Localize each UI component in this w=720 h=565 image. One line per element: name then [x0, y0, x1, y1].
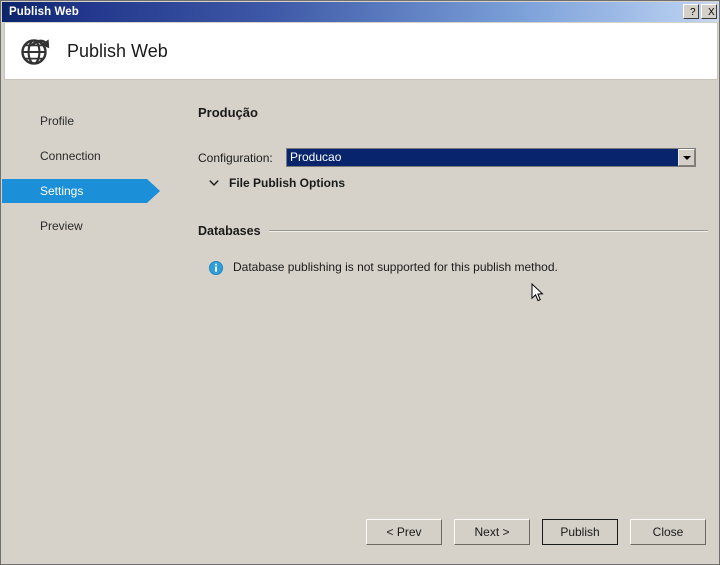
- databases-group-label: Databases: [198, 224, 261, 238]
- settings-panel: Produção Configuration: Producao File Pu…: [198, 105, 708, 275]
- configuration-row: Configuration: Producao: [198, 148, 708, 167]
- sidebar-item-label: Settings: [40, 184, 84, 198]
- dialog-header: Publish Web: [4, 23, 718, 80]
- sidebar-item-label: Preview: [40, 219, 83, 233]
- publish-web-dialog: Publish Web ? X Publish Web Profile Conn…: [0, 0, 720, 565]
- window-title: Publish Web: [9, 6, 79, 18]
- title-bar-buttons: ? X: [683, 4, 717, 19]
- title-bar: Publish Web ? X: [2, 2, 719, 22]
- chevron-down-icon: [208, 177, 220, 189]
- configuration-combobox[interactable]: Producao: [286, 148, 696, 167]
- group-divider: [268, 230, 708, 232]
- sidebar-item-label: Profile: [40, 114, 75, 128]
- dialog-body: Profile Connection Settings Preview Prod…: [2, 81, 719, 564]
- dialog-header-title: Publish Web: [67, 40, 168, 61]
- globe-publish-icon: [19, 33, 55, 69]
- sidebar-item-profile[interactable]: Profile: [2, 109, 180, 133]
- close-button[interactable]: Close: [630, 519, 706, 545]
- dialog-footer: < Prev Next > Publish Close: [366, 519, 706, 545]
- database-info-message: Database publishing is not supported for…: [209, 260, 708, 275]
- prev-button[interactable]: < Prev: [366, 519, 442, 545]
- file-publish-options-expander[interactable]: File Publish Options: [208, 176, 708, 190]
- page-title: Produção: [198, 105, 258, 120]
- configuration-label: Configuration:: [198, 150, 273, 165]
- sidebar-item-connection[interactable]: Connection: [2, 144, 180, 168]
- sidebar-item-settings[interactable]: Settings: [2, 179, 160, 203]
- close-window-button[interactable]: X: [701, 4, 717, 19]
- databases-group-header: Databases: [198, 224, 708, 238]
- file-publish-options-label: File Publish Options: [229, 176, 346, 190]
- wizard-sidebar: Profile Connection Settings Preview: [2, 109, 180, 249]
- sidebar-item-label: Connection: [40, 149, 101, 163]
- chevron-down-icon[interactable]: [678, 149, 695, 166]
- configuration-selected-value: Producao: [287, 149, 678, 166]
- publish-button[interactable]: Publish: [542, 519, 618, 545]
- info-message-text: Database publishing is not supported for…: [233, 260, 558, 274]
- help-button[interactable]: ?: [683, 4, 699, 19]
- sidebar-item-preview[interactable]: Preview: [2, 214, 180, 238]
- info-icon: [209, 261, 223, 275]
- next-button[interactable]: Next >: [454, 519, 530, 545]
